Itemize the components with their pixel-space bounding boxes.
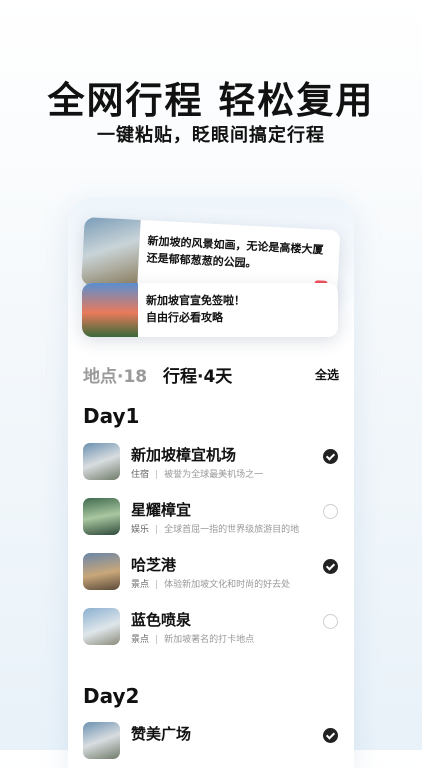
place-photo: [83, 722, 120, 759]
select-all-button[interactable]: 全选: [315, 366, 339, 383]
place-category: 住宿: [131, 470, 150, 480]
place-name: 新加坡樟宜机场: [131, 446, 237, 464]
pasted-note-card[interactable]: 新加坡官宣免签啦！ 自由行必看攻略: [82, 283, 338, 337]
place-name: 星耀樟宜: [131, 501, 192, 519]
place-desc: 新加坡著名的打卡地点: [164, 635, 255, 645]
day-heading: Day2: [83, 684, 140, 708]
note-photo: [81, 217, 141, 288]
list-item[interactable]: 赞美广场: [83, 722, 339, 766]
checkbox-checked-icon[interactable]: [323, 449, 338, 464]
list-item[interactable]: 新加坡樟宜机场 住宿 | 被誉为全球最美机场之一: [83, 443, 339, 487]
checkbox-checked-icon[interactable]: [323, 728, 338, 743]
place-category: 景点: [131, 635, 150, 645]
place-desc: 被誉为全球最美机场之一: [164, 470, 264, 480]
list-item[interactable]: 哈芝港 景点 | 体验新加坡文化和时尚的好去处: [83, 553, 339, 597]
place-category: 景点: [131, 580, 150, 590]
day-heading: Day1: [83, 404, 140, 428]
place-name: 哈芝港: [131, 556, 177, 574]
place-photo: [83, 608, 120, 645]
note-text: 新加坡的风景如画，无论是高楼大厦还是郁郁葱葱的公园。: [146, 234, 324, 271]
list-item[interactable]: 星耀樟宜 娱乐 | 全球首屈一指的世界级旅游目的地: [83, 498, 339, 542]
place-desc: 全球首屈一指的世界级旅游目的地: [164, 525, 300, 535]
tab-places[interactable]: 地点·18: [83, 362, 147, 387]
place-meta: 娱乐 | 全球首屈一指的世界级旅游目的地: [131, 525, 300, 535]
place-name: 赞美广场: [131, 725, 192, 743]
place-name: 蓝色喷泉: [131, 611, 192, 629]
place-photo: [83, 498, 120, 535]
checkbox-checked-icon[interactable]: [323, 559, 338, 574]
note-text: 新加坡官宣免签啦！ 自由行必看攻略: [146, 294, 245, 324]
note-photo: [82, 283, 138, 337]
checkbox-unchecked-icon[interactable]: [323, 614, 338, 629]
hero-subtitle: 一键粘贴，眨眼间搞定行程: [97, 125, 325, 146]
place-photo: [83, 443, 120, 480]
place-photo: [83, 553, 120, 590]
hero-title: 全网行程 轻松复用: [47, 79, 375, 122]
place-desc: 体验新加坡文化和时尚的好去处: [164, 580, 291, 590]
list-item[interactable]: 蓝色喷泉 景点 | 新加坡著名的打卡地点: [83, 608, 339, 652]
place-meta: 景点 | 新加坡著名的打卡地点: [131, 635, 255, 645]
view-tabs: 地点·18 行程·4天 全选: [83, 362, 339, 387]
place-meta: 景点 | 体验新加坡文化和时尚的好去处: [131, 580, 291, 590]
place-category: 娱乐: [131, 525, 150, 535]
checkbox-unchecked-icon[interactable]: [323, 504, 338, 519]
tab-itinerary[interactable]: 行程·4天: [163, 362, 232, 387]
place-meta: 住宿 | 被誉为全球最美机场之一: [131, 470, 264, 480]
